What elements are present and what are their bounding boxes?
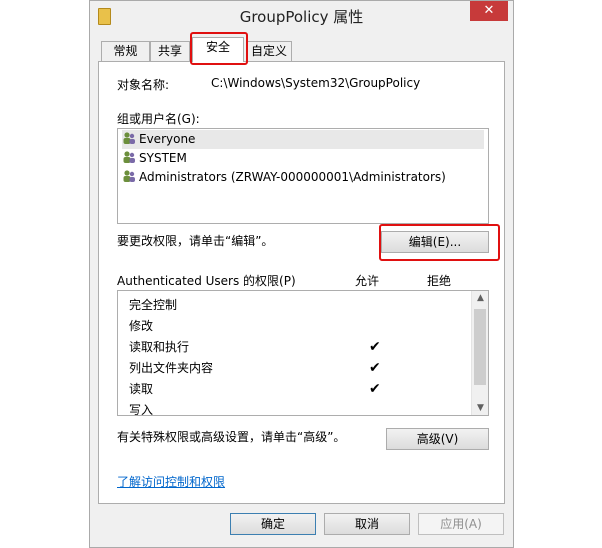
permission-row: 完全控制 <box>129 298 178 312</box>
scroll-down-icon[interactable]: ▼ <box>475 403 486 413</box>
users-icon <box>122 169 136 183</box>
ok-button[interactable]: 确定 <box>230 513 316 535</box>
group-name: Administrators (ZRWAY-000000001\Administ… <box>139 170 446 184</box>
scrollbar-thumb[interactable] <box>474 309 486 385</box>
group-name: SYSTEM <box>139 151 187 165</box>
permission-row: 修改 <box>129 319 154 333</box>
permission-row: 列出文件夹内容 <box>129 361 214 375</box>
allow-check-icon: ✔ <box>369 360 381 376</box>
window-title: GroupPolicy 属性 <box>239 8 364 26</box>
users-icon <box>122 131 136 145</box>
permissions-listbox[interactable]: 完全控制 修改 读取和执行 列出文件夹内容 读取 写入 ✔ ✔ ✔ ▲ ▼ <box>117 290 489 417</box>
users-icon <box>122 150 136 164</box>
title-bar[interactable]: GroupPolicy 属性 ✕ <box>90 1 513 31</box>
permission-row: 读取 <box>129 382 154 396</box>
advanced-button[interactable]: 高级(V) <box>386 428 489 450</box>
learn-access-control-link[interactable]: 了解访问控制和权限 <box>117 473 225 490</box>
allow-check-icon: ✔ <box>369 381 381 397</box>
advanced-hint: 有关特殊权限或高级设置，请单击“高级”。 <box>117 430 346 444</box>
object-name-value: C:\Windows\System32\GroupPolicy <box>211 76 421 90</box>
deny-header: 拒绝 <box>427 274 452 288</box>
cancel-button[interactable]: 取消 <box>324 513 410 535</box>
change-hint: 要更改权限，请单击“编辑”。 <box>117 234 274 248</box>
tab-general[interactable]: 常规 <box>101 41 150 61</box>
groups-listbox[interactable]: Everyone SYSTEM Administrators (ZRWAY-00… <box>117 128 489 224</box>
security-panel: 对象名称: C:\Windows\System32\GroupPolicy 组或… <box>98 61 505 504</box>
list-item[interactable]: SYSTEM <box>122 149 187 168</box>
group-name: Everyone <box>139 132 196 146</box>
properties-dialog: GroupPolicy 属性 ✕ 常规 共享 安全 自定义 对象名称: C:\W… <box>89 0 514 548</box>
allow-check-icon: ✔ <box>369 339 381 355</box>
tab-customize[interactable]: 自定义 <box>246 41 292 61</box>
groups-label: 组或用户名(G): <box>117 112 200 126</box>
allow-header: 允许 <box>355 274 380 288</box>
edit-button[interactable]: 编辑(E)... <box>381 231 489 253</box>
permissions-label: Authenticated Users 的权限(P) <box>117 274 296 288</box>
permission-row: 读取和执行 <box>129 340 190 354</box>
permission-row: 写入 <box>129 403 154 417</box>
tab-sharing[interactable]: 共享 <box>150 41 190 61</box>
object-name-label: 对象名称: <box>117 78 170 92</box>
scroll-up-icon[interactable]: ▲ <box>475 293 486 303</box>
close-button[interactable]: ✕ <box>470 1 508 21</box>
tab-security[interactable]: 安全 <box>192 37 244 62</box>
permissions-scrollbar[interactable]: ▲ ▼ <box>471 291 488 415</box>
list-item[interactable]: Administrators (ZRWAY-000000001\Administ… <box>122 168 446 187</box>
list-item[interactable]: Everyone <box>122 130 484 149</box>
apply-button[interactable]: 应用(A) <box>418 513 504 535</box>
